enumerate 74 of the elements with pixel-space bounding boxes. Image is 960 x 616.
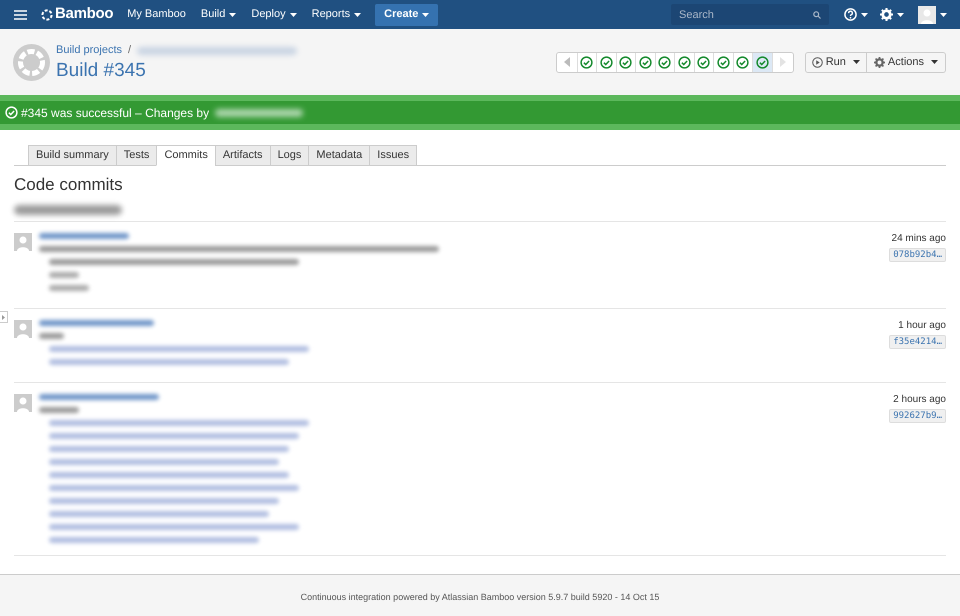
build-result-item[interactable] xyxy=(675,52,695,72)
build-title: Build #345 xyxy=(56,58,147,82)
menu-icon[interactable] xyxy=(14,10,27,20)
nav-menu-item[interactable]: Deploy xyxy=(251,6,297,23)
check-circle-icon xyxy=(736,56,750,68)
commit-time: 2 hours ago xyxy=(893,393,946,407)
settings-icon xyxy=(874,56,885,68)
build-result-item[interactable] xyxy=(734,52,754,72)
settings-icon xyxy=(880,8,893,21)
check-circle-icon xyxy=(716,56,730,68)
success-icon xyxy=(5,106,18,119)
check-circle-icon xyxy=(600,56,613,68)
tab[interactable]: Tests xyxy=(116,145,158,166)
tab[interactable]: Logs xyxy=(270,145,310,166)
check-circle-icon xyxy=(638,56,652,68)
check-circle-icon xyxy=(658,56,672,68)
nav-menu-item[interactable]: My Bamboo xyxy=(127,6,186,23)
commit-time: 24 mins ago xyxy=(892,232,946,246)
breadcrumb-separator: / xyxy=(128,43,132,58)
page-heading: Code commits xyxy=(14,175,124,195)
check-circle-icon xyxy=(619,56,632,68)
project-avatar-icon xyxy=(13,44,50,80)
settings-menu[interactable] xyxy=(880,8,904,21)
build-result-item[interactable] xyxy=(636,52,656,72)
tab[interactable]: Build summary xyxy=(28,145,117,166)
caret-icon xyxy=(354,12,362,16)
status-message: #345 was successful – Changes by xyxy=(21,104,210,122)
check-circle-icon xyxy=(580,56,594,68)
nav-menu-item[interactable]: Reports xyxy=(312,6,362,23)
commit-hash-link[interactable]: 078b92b4… xyxy=(889,248,946,262)
tab[interactable]: Commits xyxy=(156,145,216,166)
user-avatar-icon xyxy=(14,394,32,412)
commit-hash-link[interactable]: f35e4214… xyxy=(889,335,946,349)
create-button[interactable]: Create xyxy=(375,4,438,26)
caret-icon xyxy=(290,12,297,16)
help-menu[interactable] xyxy=(844,8,868,21)
caret-icon xyxy=(861,12,868,16)
run-button[interactable]: Run xyxy=(804,52,867,72)
user-avatar-icon xyxy=(14,320,32,338)
check-circle-icon xyxy=(678,56,691,68)
build-result-item[interactable] xyxy=(597,52,617,72)
nav-menu-item[interactable]: Build xyxy=(200,6,236,23)
search-field[interactable]: Search xyxy=(671,4,829,25)
build-result-item[interactable] xyxy=(656,52,676,72)
user-menu[interactable] xyxy=(918,6,947,24)
caret-icon xyxy=(422,12,430,16)
breadcrumb-link[interactable]: Build projects xyxy=(56,42,122,59)
build-result-item[interactable] xyxy=(714,52,734,72)
search-icon xyxy=(813,11,821,19)
commit-time: 1 hour ago xyxy=(898,319,946,333)
commit-hash-link[interactable]: 992627b9… xyxy=(889,409,946,423)
build-result-item[interactable] xyxy=(694,52,714,72)
caret-icon xyxy=(229,12,236,16)
actions-button[interactable]: Actions xyxy=(866,52,946,72)
user-avatar-icon xyxy=(14,233,32,251)
tab[interactable]: Metadata xyxy=(308,145,370,166)
help-icon xyxy=(844,8,857,21)
caret-icon xyxy=(940,12,947,16)
footer-text: Continuous integration powered by Atlassian Bamboo version 5.9.7 build 5920 - 14 Oct 15 xyxy=(300,591,660,602)
check-circle-icon xyxy=(697,56,710,68)
check-circle-icon xyxy=(756,56,769,68)
build-result-item[interactable] xyxy=(578,52,598,72)
sidebar-toggle-icon[interactable] xyxy=(0,311,8,323)
build-result-item[interactable] xyxy=(753,52,773,72)
avatar-icon xyxy=(918,6,936,24)
caret-icon xyxy=(931,60,938,64)
tab[interactable]: Artifacts xyxy=(214,145,271,166)
caret-icon xyxy=(897,12,904,16)
play-circle-icon xyxy=(812,56,823,68)
logo-icon[interactable] xyxy=(41,8,53,20)
caret-icon xyxy=(852,60,860,64)
build-result-item[interactable] xyxy=(616,52,636,72)
bamboo-logo-text[interactable]: Bamboo xyxy=(55,3,114,26)
tab[interactable]: Issues xyxy=(369,145,418,166)
